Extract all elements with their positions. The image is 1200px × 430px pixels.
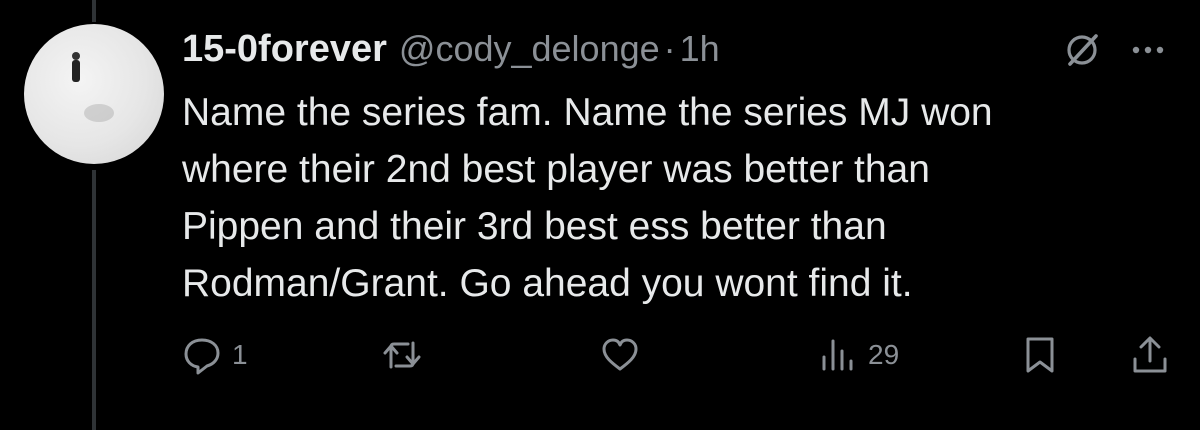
- share-icon: [1133, 336, 1167, 373]
- reply-icon: [184, 338, 220, 375]
- views-button[interactable]: 29: [818, 330, 899, 380]
- tweet-text-line: Rodman/Grant. Go ahead you wont find it.: [182, 262, 913, 305]
- thread-line-top: [92, 0, 96, 22]
- action-bar: 1 29: [182, 330, 1172, 380]
- like-button[interactable]: [600, 330, 650, 380]
- separator-dot: ·: [663, 28, 676, 69]
- bookmark-button[interactable]: [1020, 330, 1060, 380]
- reply-button[interactable]: 1: [182, 330, 248, 380]
- avatar-figure: [72, 60, 80, 82]
- retweet-button[interactable]: [382, 330, 432, 380]
- share-button[interactable]: [1130, 330, 1170, 380]
- tweet-text-line: Name the series fam. Name the series MJ …: [182, 91, 993, 134]
- timestamp[interactable]: 1h: [680, 28, 720, 70]
- more-icon[interactable]: [1128, 36, 1168, 64]
- tweet-header: 15-0forever @cody_delonge · 1h: [182, 28, 720, 76]
- reply-count: 1: [232, 339, 248, 370]
- views-icon: [822, 339, 853, 371]
- views-count: 29: [868, 339, 900, 370]
- retweet-icon: [383, 341, 421, 369]
- grok-icon[interactable]: [1062, 30, 1102, 70]
- tweet-text-line: Pippen and their 3rd best ess better tha…: [182, 205, 887, 248]
- avatar-figure-head: [72, 52, 80, 60]
- bookmark-icon: [1026, 337, 1054, 373]
- thread-line-bottom: [92, 170, 96, 430]
- tweet-text-line: where their 2nd best player was better t…: [182, 148, 930, 191]
- avatar[interactable]: [24, 24, 164, 164]
- display-name[interactable]: 15-0forever: [182, 28, 387, 71]
- heart-icon: [602, 338, 638, 371]
- tweet-text: Name the series fam. Name the series MJ …: [182, 84, 1172, 312]
- tweet[interactable]: 15-0forever @cody_delonge · 1h Name the …: [0, 0, 1200, 430]
- avatar-shadow: [84, 104, 114, 122]
- user-handle[interactable]: @cody_delonge: [399, 28, 660, 70]
